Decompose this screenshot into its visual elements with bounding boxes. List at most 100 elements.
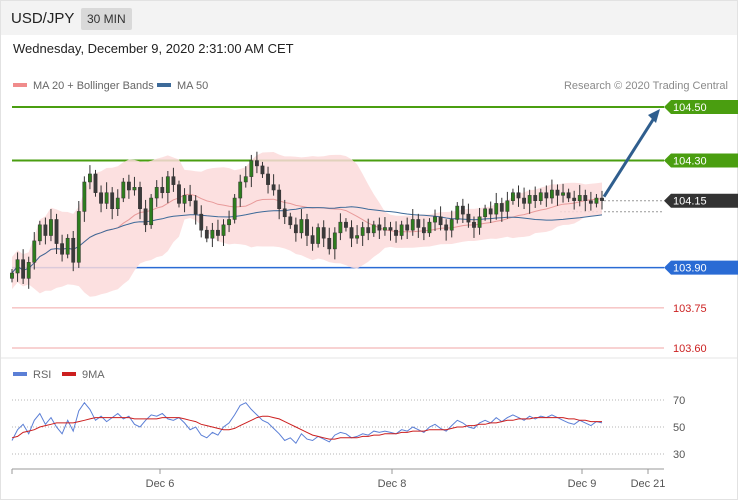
candle-down — [93, 173, 98, 193]
level-label: 103.75 — [673, 303, 707, 315]
candle-down — [555, 189, 560, 196]
candle-down — [54, 219, 59, 244]
candle-up — [505, 200, 510, 212]
candle-up — [88, 173, 92, 183]
candle-down — [522, 197, 526, 204]
candle-down — [327, 237, 332, 250]
level-label: 104.15 — [673, 196, 707, 208]
x-tick-label: Dec 9 — [568, 478, 597, 490]
candle-up — [550, 189, 554, 199]
candle-down — [544, 192, 549, 199]
rsi-tick-label: 50 — [673, 422, 685, 434]
candle-up — [561, 192, 565, 196]
candle-up — [399, 224, 404, 236]
candle-down — [472, 221, 476, 228]
candle-up — [410, 219, 415, 231]
candle-up — [154, 187, 159, 199]
candle-down — [349, 227, 354, 239]
candle-down — [99, 192, 103, 204]
candle-down — [438, 216, 443, 226]
candle-up — [511, 192, 515, 201]
candle-up — [355, 235, 359, 239]
candle-down — [394, 229, 398, 236]
candle-up — [371, 224, 376, 234]
candle-down — [199, 213, 204, 231]
candle-down — [305, 219, 309, 236]
candle-down — [255, 160, 259, 167]
candle-down — [588, 200, 593, 204]
candle-up — [360, 227, 365, 236]
candle-down — [466, 213, 471, 223]
candle-down — [499, 203, 504, 212]
candle-down — [533, 195, 538, 201]
x-tick-label: Dec 8 — [378, 478, 407, 490]
candle-up — [316, 227, 321, 244]
candle-down — [460, 205, 465, 215]
candle-up — [149, 197, 154, 226]
candle-down — [421, 227, 426, 234]
candle-down — [43, 224, 48, 236]
candle-down — [110, 192, 115, 210]
candle-down — [216, 229, 220, 236]
candle-down — [288, 216, 293, 226]
candle-down — [21, 259, 26, 279]
candle-up — [455, 205, 460, 220]
candle-down — [138, 187, 142, 210]
candle-up — [299, 219, 304, 234]
rsi-tick-label: 70 — [673, 395, 685, 407]
candle-up — [115, 197, 120, 210]
candle-up — [433, 216, 437, 223]
level-label: 104.30 — [673, 156, 707, 168]
candle-up — [494, 203, 499, 215]
candle-up — [449, 219, 454, 231]
candle-down — [143, 208, 148, 226]
candle-down — [488, 208, 493, 215]
candle-down — [177, 184, 181, 204]
candle-up — [49, 219, 53, 236]
candle-down — [377, 224, 382, 231]
candle-down — [444, 224, 449, 231]
candle-up — [121, 181, 126, 199]
forecast-arrow — [602, 114, 658, 198]
candle-up — [76, 211, 81, 263]
rsi-line — [11, 401, 603, 445]
candle-down — [344, 221, 348, 228]
x-tick-label: Dec 6 — [146, 478, 175, 490]
candle-up — [249, 160, 254, 177]
candle-down — [405, 224, 410, 231]
candle-down — [388, 227, 393, 231]
candle-down — [193, 200, 198, 215]
forecast-arrowhead — [648, 109, 660, 123]
candle-up — [165, 176, 170, 193]
candle-up — [332, 232, 337, 250]
candle-up — [37, 224, 42, 242]
candle-up — [383, 227, 387, 231]
candle-up — [243, 176, 248, 183]
candle-down — [204, 229, 209, 239]
x-tick-label: Dec 21 — [631, 478, 666, 490]
candle-up — [227, 219, 231, 226]
candle-down — [60, 243, 64, 255]
level-label: 103.90 — [673, 263, 707, 275]
candle-up — [132, 187, 137, 191]
rsi-tick-label: 30 — [673, 449, 685, 461]
candle-up — [427, 221, 432, 234]
candle-down — [583, 195, 588, 201]
candle-down — [71, 237, 76, 263]
candle-up — [210, 229, 215, 239]
candle-up — [15, 259, 20, 274]
candle-down — [416, 219, 421, 228]
candle-up — [538, 192, 543, 201]
candle-up — [238, 181, 243, 199]
candle-up — [483, 208, 488, 218]
candle-down — [310, 235, 315, 244]
candle-down — [600, 197, 604, 201]
candle-down — [126, 181, 131, 191]
candle-up — [477, 216, 482, 228]
candle-down — [188, 195, 193, 201]
price-chart: 104.50 104.30 104.15 103.90 103.75 103.60 70 50… — [1, 100, 738, 490]
candle-up — [26, 262, 31, 279]
candle-down — [572, 197, 577, 201]
candle-down — [271, 184, 276, 191]
rsi-9ma-line — [11, 415, 602, 440]
